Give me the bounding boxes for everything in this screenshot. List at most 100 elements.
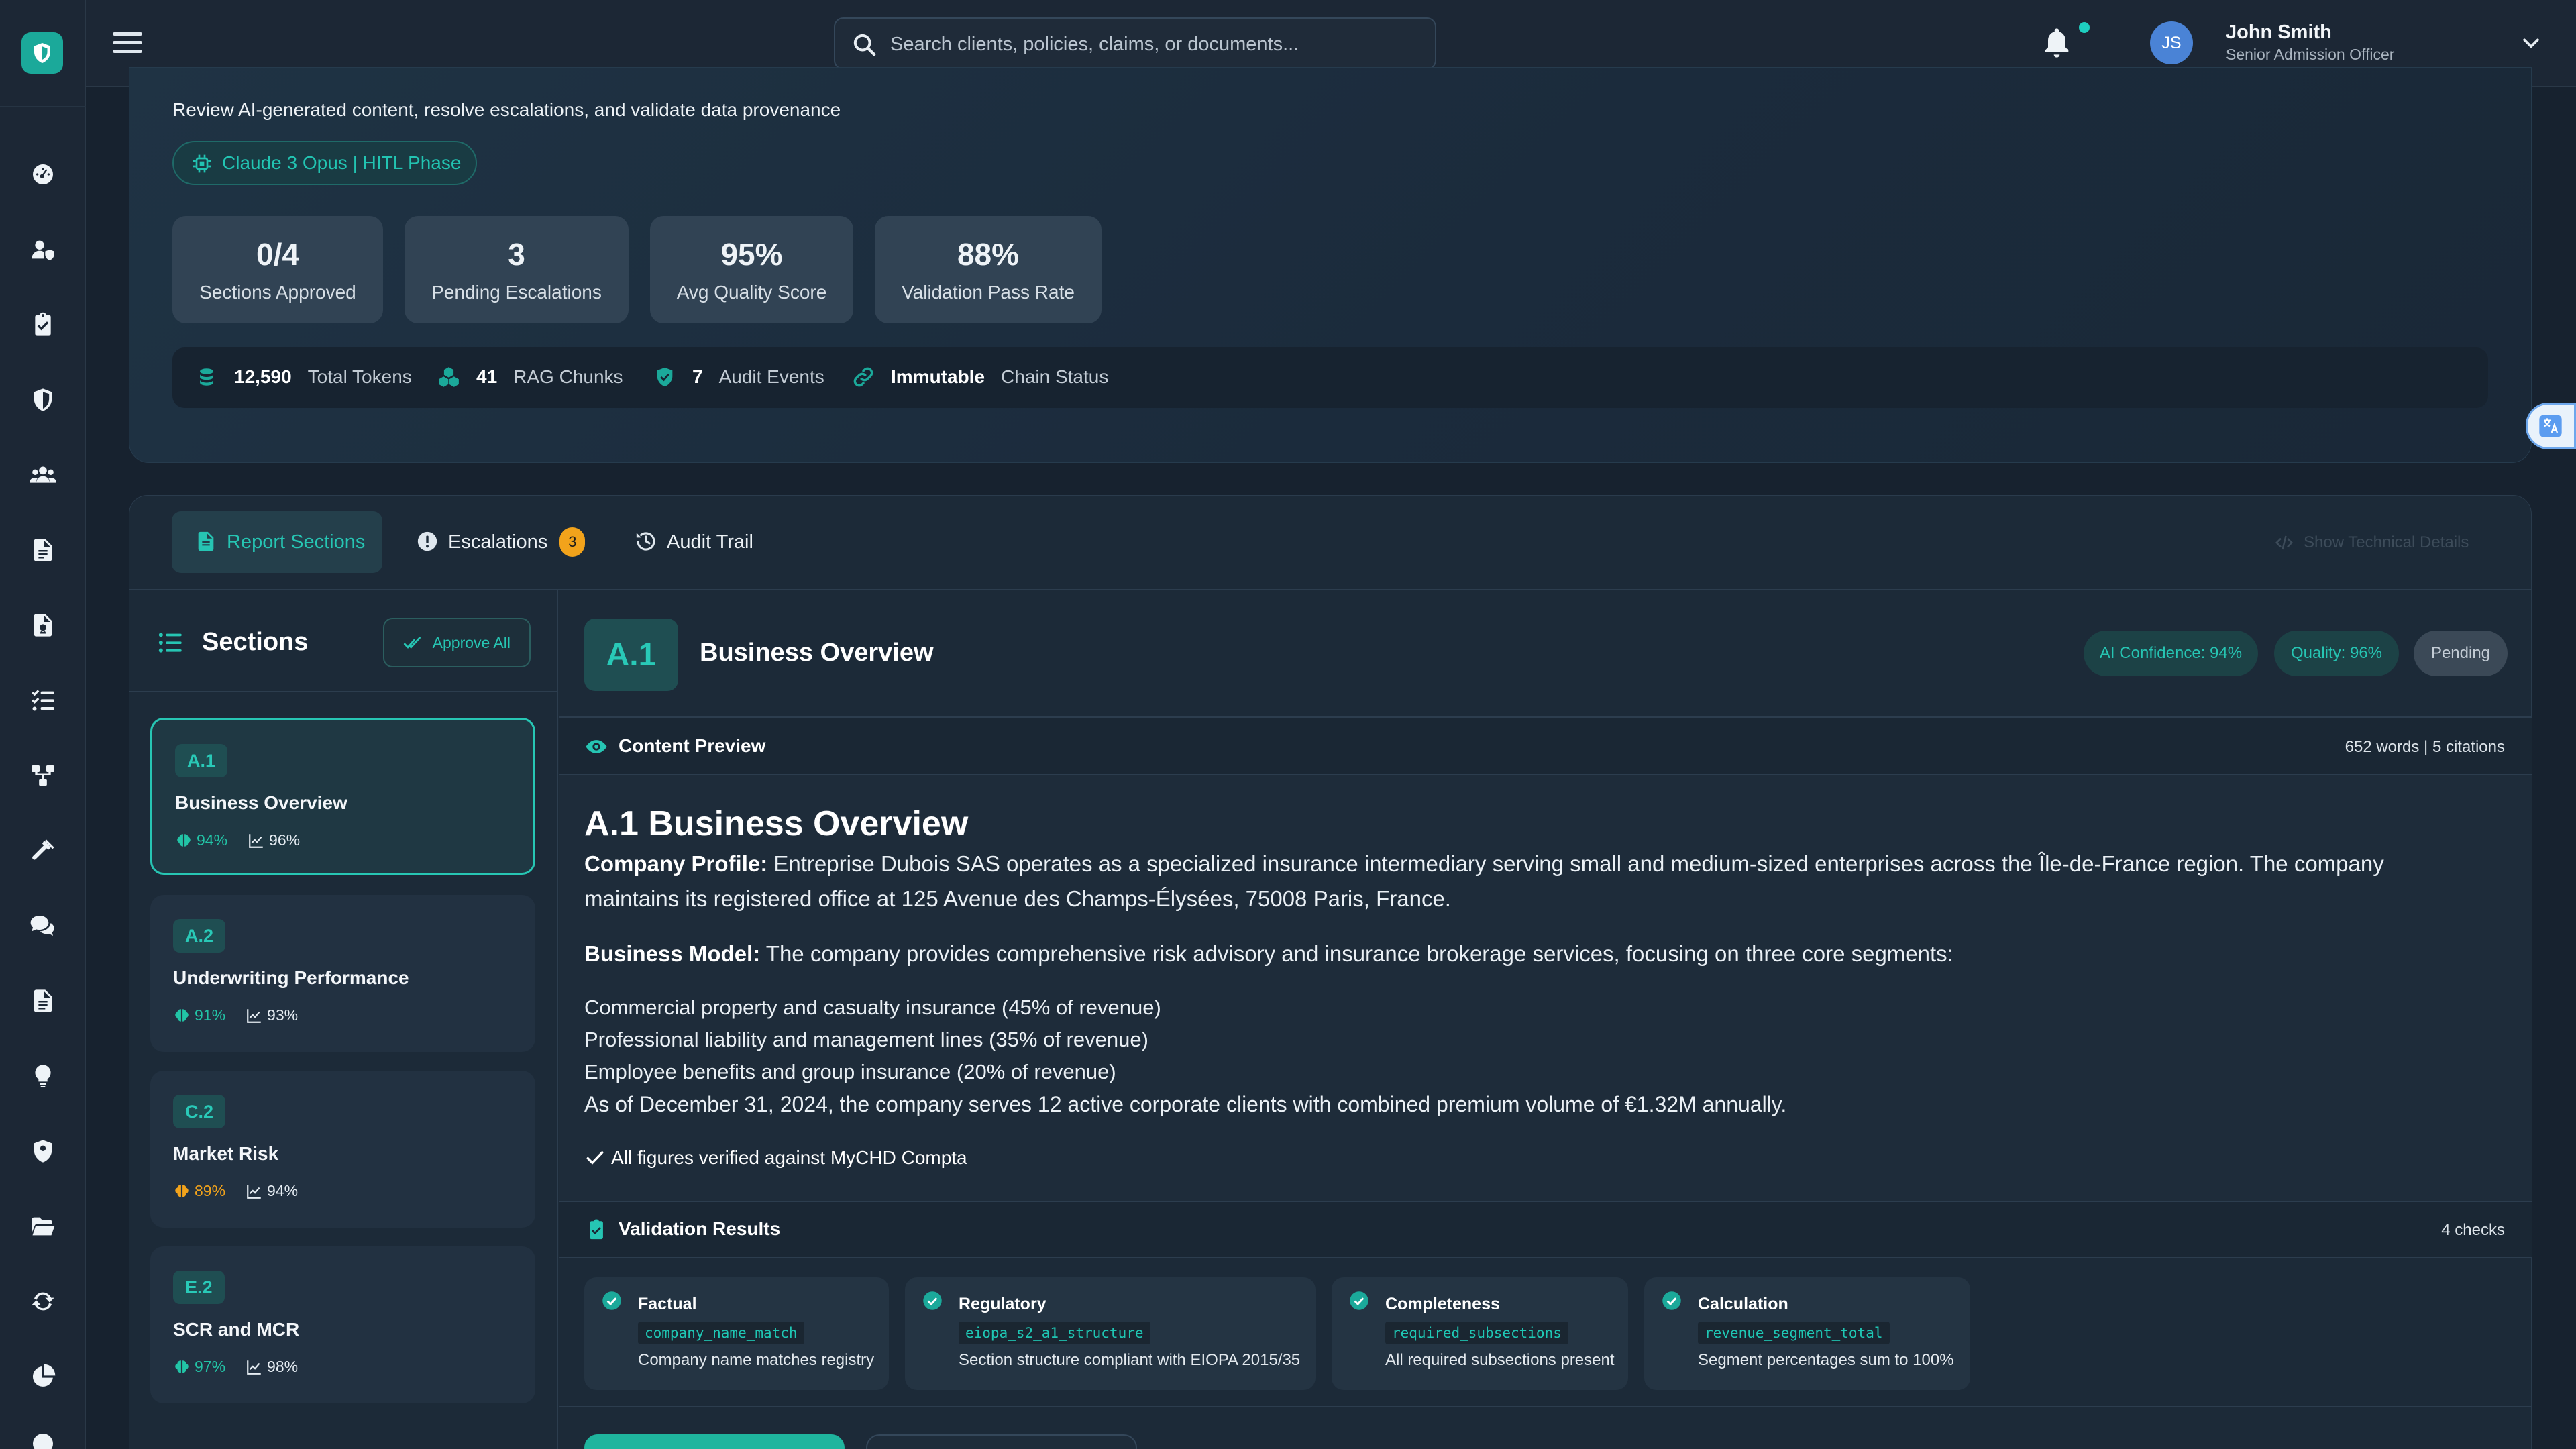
- stat-validation-pass-rate: 88% Validation Pass Rate: [875, 216, 1102, 323]
- section-item-a1[interactable]: A.1 Business Overview 94% 96%: [150, 718, 535, 875]
- users-icon[interactable]: [27, 459, 59, 491]
- content-preview-title: Content Preview: [619, 735, 766, 756]
- file-signature-icon[interactable]: [27, 609, 59, 641]
- search-input[interactable]: Search clients, policies, claims, or doc…: [834, 17, 1436, 70]
- list-icon: [158, 633, 182, 653]
- segment-item: Employee benefits and group insurance (2…: [584, 1060, 1116, 1083]
- verification-text: All figures verified against MyCHD Compt…: [611, 1147, 967, 1168]
- secondary-action-button[interactable]: [866, 1434, 1137, 1449]
- section-code: A.2: [173, 919, 226, 953]
- validation-check-calculation: Calculation revenue_segment_total Segmen…: [1644, 1277, 1970, 1390]
- stat-value: 95%: [720, 237, 783, 272]
- approve-all-label: Approve All: [432, 633, 511, 651]
- stat-label: Sections Approved: [199, 282, 356, 303]
- notification-bell-icon[interactable]: [2039, 25, 2074, 60]
- section-confidence: 97%: [195, 1358, 226, 1375]
- eye-icon: [586, 740, 607, 753]
- company-profile-paragraph: Company Profile: Entreprise Dubois SAS o…: [584, 847, 2476, 916]
- avatar[interactable]: JS: [2150, 21, 2193, 64]
- exclamation-circle-icon: [417, 531, 437, 551]
- tab-audit-trail[interactable]: Audit Trail: [612, 511, 800, 573]
- section-metrics: 89% 94%: [173, 1182, 298, 1200]
- check-code: revenue_segment_total: [1698, 1322, 1890, 1344]
- folder-open-icon[interactable]: [27, 1210, 59, 1242]
- brain-icon: [175, 1184, 189, 1197]
- metric-rag-chunks: 41 RAG Chunks: [437, 364, 623, 390]
- user-role: Senior Admission Officer: [2226, 46, 2395, 63]
- file-contract-icon[interactable]: [27, 534, 59, 566]
- metric-audit-events: 7 Audit Events: [653, 364, 824, 390]
- check-circle-icon: [602, 1291, 621, 1310]
- tab-escalations[interactable]: Escalations 3: [393, 511, 594, 573]
- section-quality: 98%: [267, 1358, 299, 1375]
- section-code: A.1: [175, 744, 228, 777]
- dashboard-gauge-icon[interactable]: [27, 158, 59, 191]
- comments-icon[interactable]: [27, 910, 59, 942]
- stat-label: Validation Pass Rate: [902, 282, 1075, 303]
- check-circle-icon: [923, 1291, 942, 1310]
- chevron-down-icon[interactable]: [2520, 32, 2542, 55]
- translate-widget[interactable]: [2526, 402, 2576, 449]
- chart-line-icon: [249, 833, 263, 848]
- hamburger-menu-icon[interactable]: [111, 27, 144, 59]
- hammer-icon[interactable]: [27, 835, 59, 867]
- translate-icon: [2539, 415, 2562, 437]
- metric-label: Total Tokens: [307, 366, 412, 387]
- metric-label: Audit Events: [718, 366, 824, 387]
- validation-results-title: Validation Results: [619, 1218, 781, 1239]
- section-metrics: 91% 93%: [173, 1006, 298, 1024]
- verification-note: All figures verified against MyCHD Compt…: [584, 1147, 967, 1169]
- more-nav-icon[interactable]: [27, 1428, 59, 1449]
- section-confidence: 89%: [195, 1182, 226, 1199]
- tab-label: Escalations: [448, 531, 548, 553]
- clipboard-check-icon: [590, 1219, 603, 1240]
- shield-icon[interactable]: [27, 384, 59, 416]
- check-description: Section structure compliant with EIOPA 2…: [959, 1351, 1301, 1369]
- history-icon: [636, 532, 655, 551]
- quality-badge: Quality: 96%: [2274, 631, 2399, 676]
- metric-chain-status: Immutable Chain Status: [852, 364, 1108, 390]
- check-description: Company name matches registry: [638, 1351, 875, 1369]
- section-item-a2[interactable]: A.2 Underwriting Performance 91% 93%: [150, 895, 535, 1052]
- content-preview-meta: 652 words | 5 citations: [2345, 738, 2505, 756]
- section-metrics: 97% 98%: [173, 1358, 298, 1376]
- section-quality: 96%: [269, 831, 301, 849]
- section-code: C.2: [173, 1095, 226, 1128]
- pie-chart-icon[interactable]: [27, 1360, 59, 1393]
- coins-icon: [200, 368, 213, 386]
- user-shield-badge-icon[interactable]: [27, 1135, 59, 1167]
- lightbulb-icon[interactable]: [27, 1060, 59, 1092]
- check-type: Factual: [638, 1295, 697, 1313]
- show-technical-label: Show Technical Details: [2304, 533, 2469, 551]
- ai-confidence-badge: AI Confidence: 94%: [2084, 631, 2258, 676]
- clipboard-check-icon[interactable]: [27, 309, 59, 341]
- section-item-c2[interactable]: C.2 Market Risk 89% 94%: [150, 1071, 535, 1228]
- section-name: Market Risk: [173, 1143, 279, 1164]
- cpu-chip-icon: [193, 154, 211, 173]
- page-subtitle: Review AI-generated content, resolve esc…: [172, 99, 841, 120]
- chart-line-icon: [247, 1184, 261, 1199]
- notification-dot: [2077, 20, 2092, 35]
- user-shield-icon[interactable]: [27, 233, 59, 266]
- approve-all-button[interactable]: Approve All: [383, 618, 531, 667]
- tab-label: Audit Trail: [667, 531, 753, 553]
- approve-section-button[interactable]: [584, 1434, 845, 1449]
- left-nav-rail: [0, 0, 86, 1449]
- company-profile-label: Company Profile:: [584, 851, 768, 876]
- metric-total-tokens: 12,590 Total Tokens: [195, 364, 412, 390]
- business-model-label: Business Model:: [584, 941, 761, 966]
- model-badge-label: Claude 3 Opus | HITL Phase: [222, 152, 462, 173]
- sync-icon[interactable]: [27, 1285, 59, 1318]
- list-check-icon[interactable]: [27, 684, 59, 716]
- shield-logo-icon[interactable]: [21, 32, 63, 74]
- show-technical-details-toggle[interactable]: Show Technical Details: [2274, 533, 2469, 553]
- sitemap-icon[interactable]: [27, 759, 59, 792]
- shield-check-icon: [657, 367, 673, 387]
- section-item-e2[interactable]: E.2 SCR and MCR 97% 98%: [150, 1246, 535, 1403]
- metric-value: 41: [476, 366, 498, 387]
- escalations-count-badge: 3: [559, 527, 586, 557]
- section-quality: 93%: [267, 1006, 299, 1024]
- file-alt-icon[interactable]: [27, 985, 59, 1017]
- tab-report-sections[interactable]: Report Sections: [172, 511, 382, 573]
- section-name: Business Overview: [175, 792, 347, 813]
